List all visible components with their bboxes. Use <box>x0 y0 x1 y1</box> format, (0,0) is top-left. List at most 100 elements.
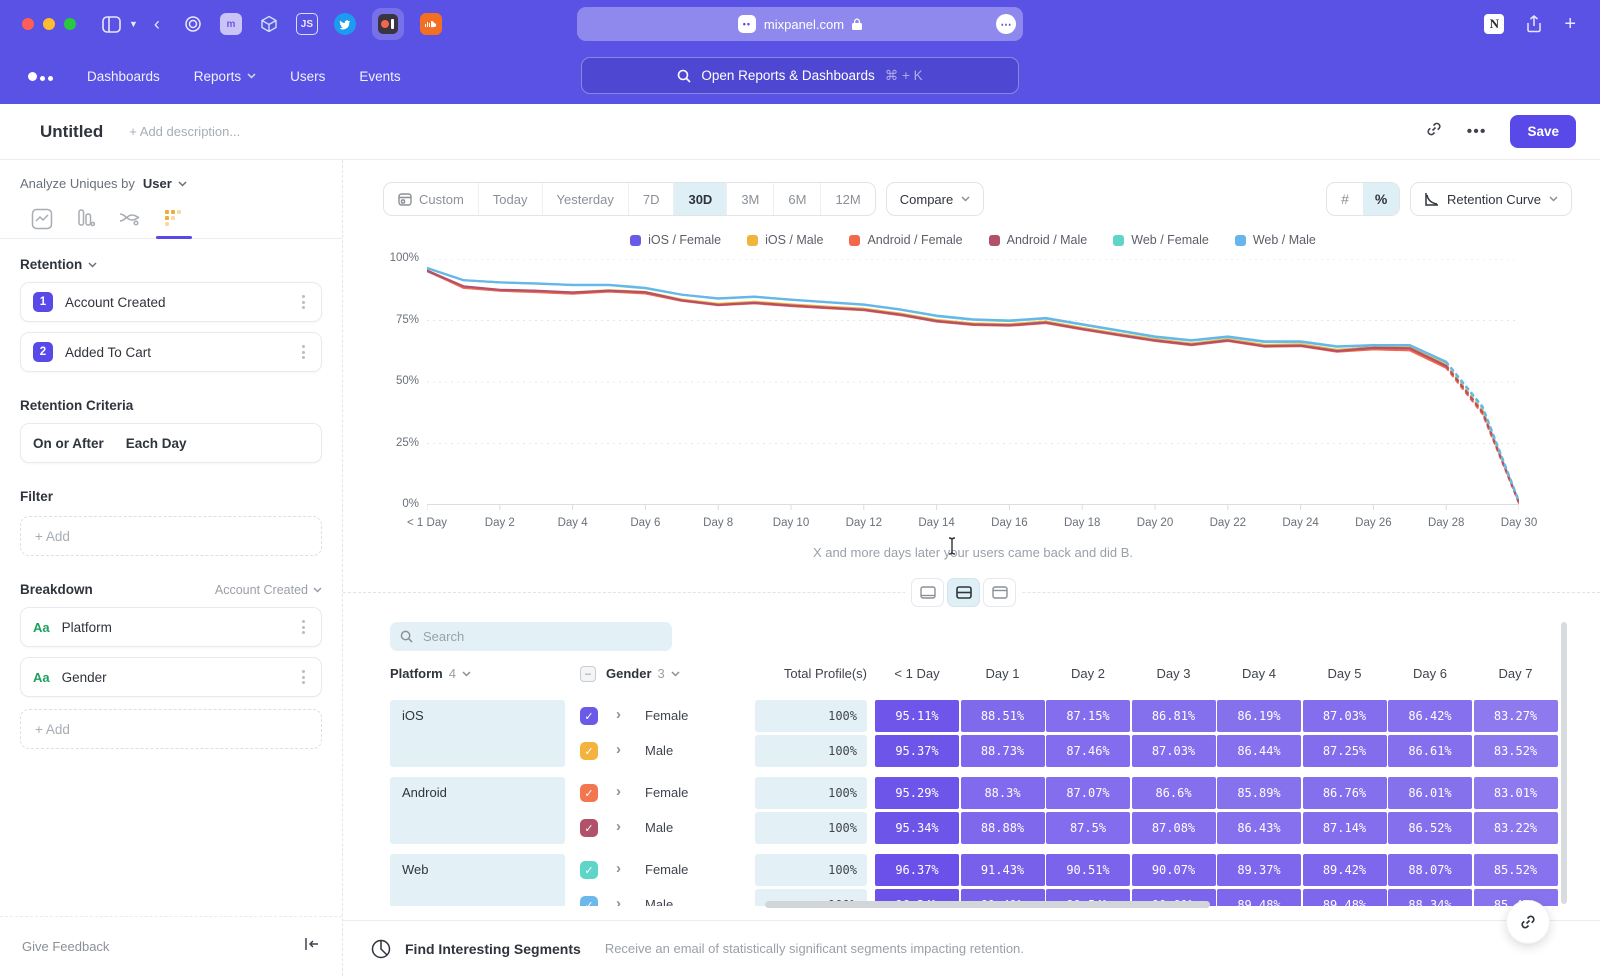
chevron-down-icon[interactable]: ▼ <box>129 19 138 29</box>
range-12m[interactable]: 12M <box>820 183 874 215</box>
expand-chevron-icon[interactable]: › <box>616 706 621 723</box>
column-day-header[interactable]: < 1 Day <box>875 666 959 681</box>
retention-step-2[interactable]: 2Added To Cart <box>20 332 322 372</box>
criteria-mode[interactable]: On or After <box>33 436 104 451</box>
retention-line-chart[interactable] <box>427 259 1519 511</box>
save-button[interactable]: Save <box>1510 115 1576 148</box>
range-30d[interactable]: 30D <box>673 183 726 215</box>
compare-button[interactable]: Compare <box>886 182 984 216</box>
table-row[interactable]: ✓›Male100%95.37%88.73%87.46%87.03%86.44%… <box>343 735 1600 767</box>
range-6m[interactable]: 6M <box>773 183 820 215</box>
legend-item[interactable]: iOS / Female <box>630 233 721 247</box>
horizontal-scrollbar[interactable] <box>765 901 1210 908</box>
table-row[interactable]: ✓›Female100%95.11%88.51%87.15%86.81%86.1… <box>343 700 1600 732</box>
column-day-header[interactable]: Day 5 <box>1303 666 1387 681</box>
breakdown-scope-selector[interactable]: Account Created <box>215 583 322 597</box>
expand-chevron-icon[interactable]: › <box>616 783 621 800</box>
select-all-checkbox[interactable]: – <box>580 666 596 682</box>
nav-item-events[interactable]: Events <box>359 69 400 84</box>
share-icon[interactable] <box>1526 15 1542 33</box>
toggle-absolute[interactable]: # <box>1327 183 1363 215</box>
legend-item[interactable]: Android / Male <box>989 233 1088 247</box>
extension-icon[interactable]: N <box>1484 14 1504 34</box>
add-breakdown-button[interactable]: + Add <box>20 709 322 749</box>
share-link-fab[interactable] <box>1506 900 1550 944</box>
chart-type-selector[interactable]: Retention Curve <box>1410 182 1572 216</box>
add-filter-button[interactable]: + Add <box>20 516 322 556</box>
step-options-icon[interactable] <box>298 341 309 363</box>
layout-table-only-button[interactable] <box>983 578 1016 607</box>
table-row[interactable]: ✓›Female100%96.37%91.43%90.51%90.07%89.3… <box>343 854 1600 886</box>
expand-chevron-icon[interactable]: › <box>616 860 621 877</box>
legend-item[interactable]: Web / Male <box>1235 233 1316 247</box>
range-custom[interactable]: Custom <box>384 183 478 215</box>
layout-chart-only-button[interactable] <box>911 578 944 607</box>
tab-favicon-cloud[interactable] <box>420 13 442 35</box>
analyze-uniques-row[interactable]: Analyze Uniques by User <box>0 160 342 191</box>
nav-item-users[interactable]: Users <box>290 69 325 84</box>
column-day-header[interactable]: Day 2 <box>1046 666 1130 681</box>
column-day-header[interactable]: Day 3 <box>1132 666 1216 681</box>
column-platform[interactable]: Platform 4 <box>390 666 471 681</box>
tab-insights[interactable] <box>30 207 54 231</box>
tab-funnels[interactable] <box>74 207 98 231</box>
step-options-icon[interactable] <box>298 291 309 313</box>
range-3m[interactable]: 3M <box>726 183 773 215</box>
table-search[interactable] <box>390 622 672 651</box>
toggle-percent[interactable]: % <box>1363 183 1399 215</box>
url-bar[interactable]: •• mixpanel.com ⋯ <box>577 7 1023 41</box>
table-row[interactable]: ✓›Female100%95.29%88.3%87.07%86.6%85.89%… <box>343 777 1600 809</box>
new-tab-icon[interactable]: + <box>1564 13 1576 36</box>
mixpanel-logo[interactable] <box>28 72 53 81</box>
breakdown-options-icon[interactable] <box>298 666 309 688</box>
expand-chevron-icon[interactable]: › <box>616 818 621 835</box>
tab-favicon-target[interactable] <box>182 13 204 35</box>
breakdown-options-icon[interactable] <box>298 616 309 638</box>
expand-chevron-icon[interactable]: › <box>616 895 621 906</box>
tab-favicon-active[interactable] <box>372 8 404 40</box>
breakdown-item-gender[interactable]: AaGender <box>20 657 322 697</box>
legend-item[interactable]: iOS / Male <box>747 233 823 247</box>
series-checkbox[interactable]: ✓ <box>580 896 598 906</box>
tab-retention[interactable] <box>162 207 186 231</box>
column-day-header[interactable]: Day 6 <box>1388 666 1472 681</box>
retention-criteria-selector[interactable]: On or After Each Day <box>20 423 322 463</box>
page-title[interactable]: Untitled <box>40 122 103 142</box>
retention-step-1[interactable]: 1Account Created <box>20 282 322 322</box>
collapse-sidebar-icon[interactable] <box>304 937 320 956</box>
give-feedback-link[interactable]: Give Feedback <box>22 939 109 954</box>
table-search-input[interactable] <box>421 628 662 645</box>
series-checkbox[interactable]: ✓ <box>580 742 598 760</box>
retention-section-label[interactable]: Retention <box>20 257 322 272</box>
segments-title[interactable]: Find Interesting Segments <box>405 941 581 957</box>
tab-favicon-cube[interactable] <box>258 13 280 35</box>
tab-favicon-bird[interactable] <box>334 13 356 35</box>
series-checkbox[interactable]: ✓ <box>580 707 598 725</box>
copy-link-icon[interactable] <box>1425 120 1443 143</box>
table-row[interactable]: ✓›Male100%95.34%88.88%87.5%87.08%86.43%8… <box>343 812 1600 844</box>
column-gender[interactable]: Gender 3 <box>606 666 680 681</box>
layout-split-button[interactable] <box>947 578 980 607</box>
site-options-icon[interactable]: ⋯ <box>996 14 1016 34</box>
more-options-icon[interactable]: ••• <box>1467 123 1487 141</box>
global-search-button[interactable]: Open Reports & Dashboards ⌘ + K <box>581 57 1019 94</box>
tab-flows[interactable] <box>118 207 142 231</box>
range-today[interactable]: Today <box>478 183 542 215</box>
legend-item[interactable]: Web / Female <box>1113 233 1209 247</box>
range-yesterday[interactable]: Yesterday <box>542 183 628 215</box>
sidebar-toggle-icon[interactable] <box>102 16 121 33</box>
maximize-window-button[interactable] <box>64 18 76 30</box>
nav-item-dashboards[interactable]: Dashboards <box>87 69 160 84</box>
add-description-button[interactable]: + Add description... <box>129 124 240 139</box>
series-checkbox[interactable]: ✓ <box>580 819 598 837</box>
column-day-header[interactable]: Day 1 <box>961 666 1045 681</box>
nav-item-reports[interactable]: Reports <box>194 69 256 84</box>
analyze-value[interactable]: User <box>143 176 172 191</box>
vertical-scrollbar[interactable] <box>1561 622 1567 904</box>
breakdown-item-platform[interactable]: AaPlatform <box>20 607 322 647</box>
tab-favicon-m[interactable]: m <box>220 13 242 35</box>
column-day-header[interactable]: Day 4 <box>1217 666 1301 681</box>
series-checkbox[interactable]: ✓ <box>580 784 598 802</box>
close-window-button[interactable] <box>22 18 34 30</box>
back-icon[interactable]: ‹ <box>154 14 160 35</box>
